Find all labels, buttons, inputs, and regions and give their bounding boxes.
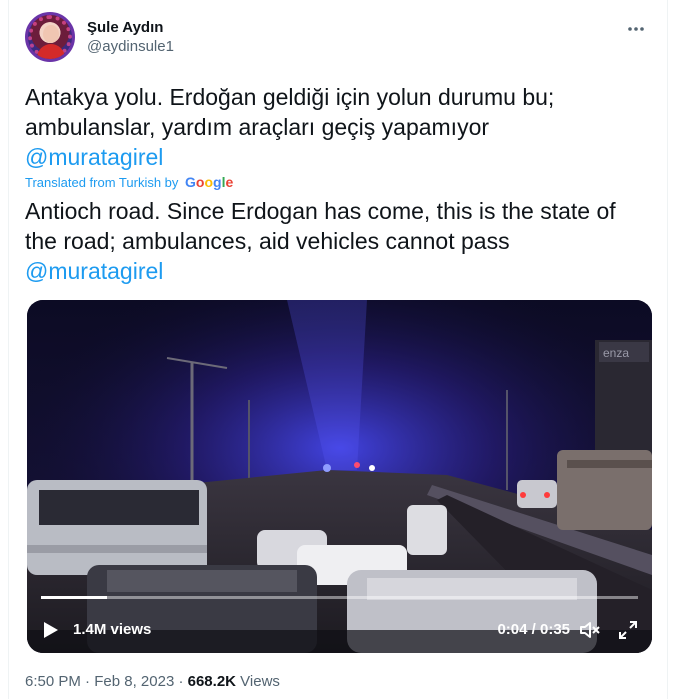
translated-label: Translated from Turkish by (25, 175, 179, 190)
tweet-original-text: Antakya yolu. Erdoğan geldiği için yolun… (25, 82, 645, 172)
avatar-face (43, 25, 59, 43)
more-horizontal-icon[interactable] (625, 18, 647, 40)
translated-mention-link[interactable]: @muratagirel (25, 256, 645, 286)
video-frame: enza (27, 300, 652, 653)
tweet-header: Şule Aydın @aydinsule1 (25, 12, 651, 64)
building-sign-text: enza (603, 346, 629, 360)
tweet-date[interactable]: Feb 8, 2023 (94, 673, 174, 690)
tweet-translated-text: Antioch road. Since Erdogan has come, th… (25, 196, 645, 286)
video-time: 0:04 / 0:35 (497, 621, 570, 638)
tweet-card: Şule Aydın @aydinsule1 Antakya yolu. Erd… (8, 0, 668, 699)
original-mention-link[interactable]: @muratagirel (25, 142, 645, 172)
play-icon[interactable] (41, 621, 59, 639)
author-handle[interactable]: @aydinsule1 (87, 37, 174, 57)
author-display-name[interactable]: Şule Aydın (87, 18, 174, 37)
original-text: Antakya yolu. Erdoğan geldiği için yolun… (25, 84, 555, 140)
translated-text: Antioch road. Since Erdogan has come, th… (25, 198, 616, 254)
volume-muted-icon[interactable] (580, 620, 602, 640)
translation-attribution: Translated from Turkish by Google (25, 173, 233, 192)
meta-separator: · (85, 673, 91, 690)
video-views: 1.4M views (73, 621, 152, 638)
tweet-meta: 6:50 PM · Feb 8, 2023 · 668.2K Views (25, 672, 280, 692)
author-names: Şule Aydın @aydinsule1 (87, 18, 174, 57)
video-progress-bar[interactable] (41, 596, 638, 599)
video-progress-fill (41, 596, 107, 599)
views-label: Views (240, 673, 280, 690)
tweet-time[interactable]: 6:50 PM (25, 673, 81, 690)
video-player[interactable]: enza 1.4M views 0:04 / 0:35 (27, 300, 652, 653)
avatar[interactable] (25, 12, 75, 62)
meta-separator-2: · (178, 673, 184, 690)
google-logo: Google (185, 174, 234, 190)
fullscreen-icon[interactable] (618, 620, 638, 640)
view-count: 668.2K (187, 673, 236, 690)
